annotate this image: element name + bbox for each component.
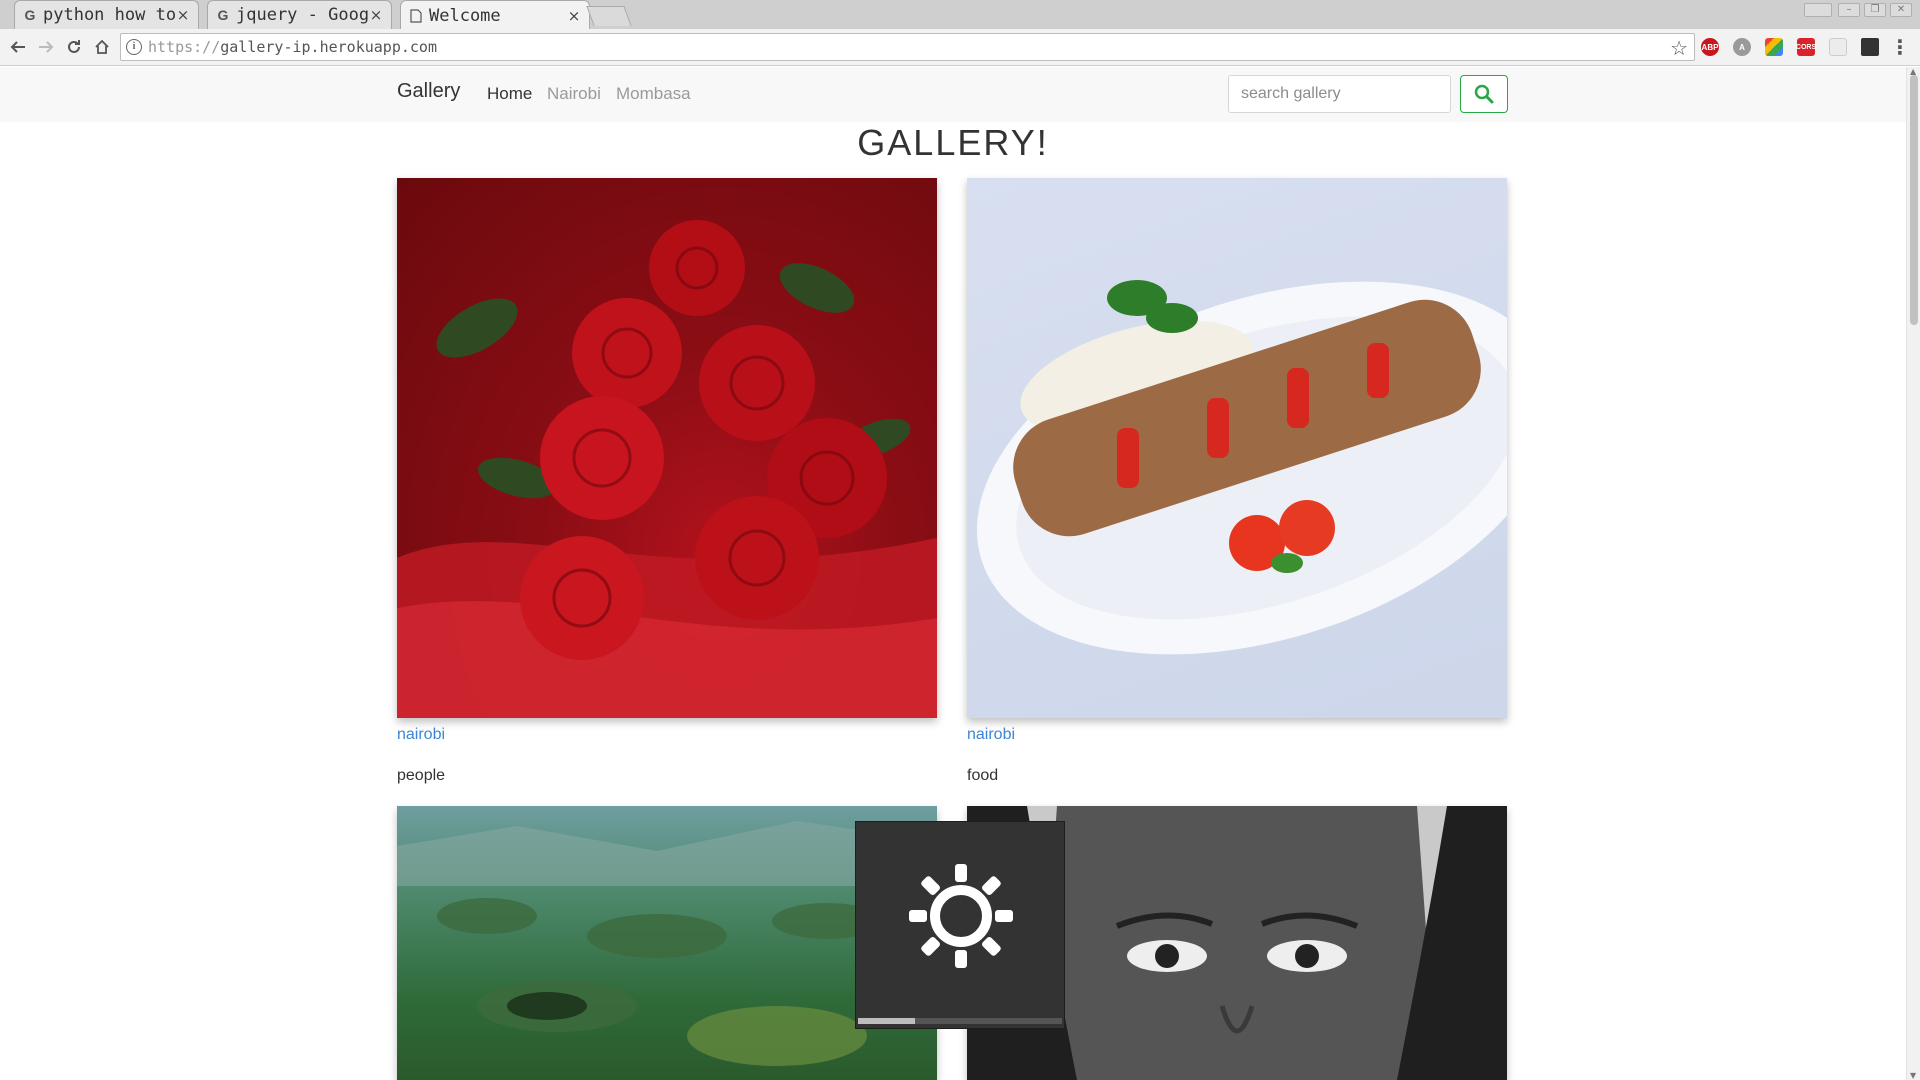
tab-title: python how to <box>43 5 176 25</box>
card-category: people <box>397 767 446 784</box>
gallery-image-food[interactable] <box>967 178 1507 718</box>
extension-a-icon[interactable]: A <box>1733 38 1751 56</box>
tab-strip: G python how to × G jquery - Goog × Welc… <box>0 0 1920 30</box>
nav-nairobi[interactable]: Nairobi <box>547 84 601 104</box>
site-info-icon[interactable]: i <box>126 39 142 55</box>
page-icon <box>409 8 423 23</box>
url-text[interactable]: https://gallery-ip.herokuapp.com <box>148 38 437 56</box>
extension-blank-icon[interactable] <box>1829 38 1847 56</box>
brightness-sun-icon <box>909 864 1013 968</box>
tab-jquery[interactable]: G jquery - Goog × <box>207 0 392 29</box>
cors-extension-icon[interactable]: CORS <box>1796 38 1816 56</box>
search-icon <box>1474 84 1494 104</box>
scroll-down-icon[interactable]: ▼ <box>1910 1071 1916 1080</box>
tab-python[interactable]: G python how to × <box>14 0 199 29</box>
restore-icon[interactable]: ❐ <box>1864 3 1886 17</box>
brightness-level-bar <box>858 1018 1062 1024</box>
google-favicon-icon: G <box>217 7 229 23</box>
new-tab-button[interactable] <box>586 6 632 26</box>
card-location-link[interactable]: nairobi <box>397 726 445 744</box>
page-scrollbar[interactable]: ▲ ▼ <box>1906 67 1920 1080</box>
gallery-image-roses[interactable] <box>397 178 937 718</box>
brightness-level-fill <box>858 1018 916 1024</box>
page-viewport: Gallery Home Nairobi Mombasa GALLERY! <box>0 67 1906 1080</box>
minimize-icon[interactable]: – <box>1838 3 1860 17</box>
forward-icon[interactable] <box>33 34 59 60</box>
close-tab-icon[interactable]: × <box>176 6 190 24</box>
adblock-extension-icon[interactable]: ABP <box>1701 38 1719 56</box>
search-input[interactable] <box>1228 75 1451 113</box>
tab-title: Welcome <box>429 5 501 26</box>
site-navbar: Gallery Home Nairobi Mombasa <box>0 67 1906 122</box>
brightness-osd <box>855 821 1065 1029</box>
nav-home[interactable]: Home <box>487 84 532 104</box>
nav-mombasa[interactable]: Mombasa <box>616 84 691 104</box>
bookmark-star-icon[interactable]: ☆ <box>1670 36 1688 60</box>
close-window-icon[interactable]: ✕ <box>1890 3 1912 17</box>
card-location-link[interactable]: nairobi <box>967 726 1015 744</box>
profile-icon[interactable] <box>1804 3 1832 17</box>
extension-reader-icon[interactable] <box>1861 38 1879 56</box>
google-favicon-icon: G <box>24 7 36 23</box>
browser-toolbar: i https://gallery-ip.herokuapp.com ☆ ABP… <box>0 29 1920 66</box>
search-button[interactable] <box>1460 75 1508 113</box>
tab-welcome[interactable]: Welcome × <box>400 0 590 30</box>
tab-title: jquery - Goog <box>236 5 369 25</box>
extension-colorful-icon[interactable] <box>1765 38 1783 56</box>
close-tab-icon[interactable]: × <box>567 7 581 25</box>
page-title: GALLERY! <box>857 122 1049 163</box>
home-icon[interactable] <box>89 34 115 60</box>
close-tab-icon[interactable]: × <box>369 6 383 24</box>
address-bar[interactable]: i https://gallery-ip.herokuapp.com ☆ <box>120 33 1695 61</box>
scrollbar-thumb[interactable] <box>1910 75 1918 325</box>
reload-icon[interactable] <box>61 34 87 60</box>
browser-menu-icon[interactable]: ⋮ <box>1890 35 1910 59</box>
url-host: gallery-ip.herokuapp.com <box>220 38 437 56</box>
back-icon[interactable] <box>5 34 31 60</box>
url-scheme: https:// <box>148 38 221 56</box>
card-category: food <box>967 767 999 784</box>
navbar-brand[interactable]: Gallery <box>397 80 460 103</box>
